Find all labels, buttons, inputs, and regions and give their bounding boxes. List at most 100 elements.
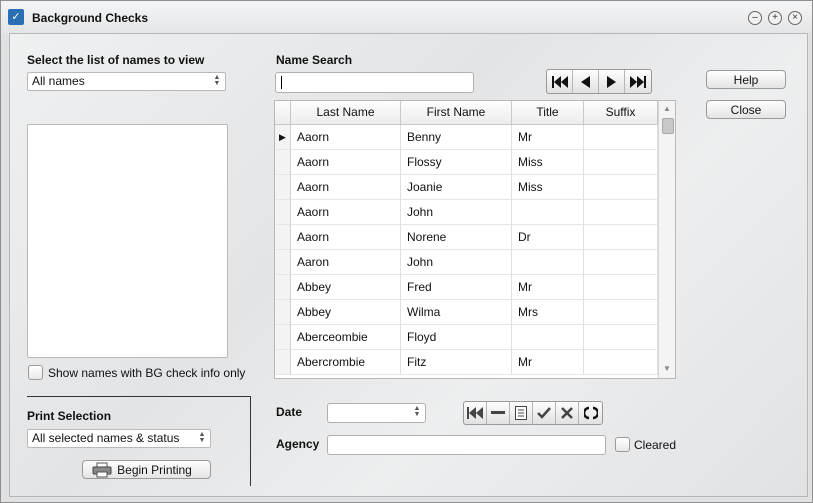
print-select-value: All selected names & status [32,431,180,445]
column-header-first-name[interactable]: First Name [401,101,512,124]
row-selector[interactable] [275,300,291,325]
edit-icon[interactable] [510,402,533,424]
table-cell[interactable]: Miss [512,175,584,200]
minimize-icon[interactable]: – [748,11,762,25]
list-select[interactable]: All names ▲ ▼ [27,72,226,91]
table-cell[interactable]: Fitz [401,350,512,375]
table-cell[interactable]: Aaorn [291,150,401,175]
column-header-title[interactable]: Title [512,101,584,124]
last-record-icon[interactable] [625,70,651,93]
table-cell[interactable]: Aaorn [291,200,401,225]
row-selector[interactable]: ▶ [275,125,291,150]
begin-printing-label: Begin Printing [117,463,192,477]
agency-label: Agency [276,437,320,451]
previous-record-icon[interactable] [573,70,599,93]
row-selector[interactable] [275,175,291,200]
column-header-last-name[interactable]: Last Name [291,101,401,124]
table-cell[interactable] [584,250,658,275]
names-grid: Last Name First Name Title Suffix ▶ Aaorn… [274,100,676,379]
delete-icon[interactable] [487,402,510,424]
row-selector[interactable] [275,350,291,375]
table-cell[interactable]: Mrs [512,300,584,325]
table-cell[interactable]: Benny [401,125,512,150]
table-cell[interactable] [584,325,658,350]
name-search-label: Name Search [276,53,353,67]
table-cell[interactable] [512,325,584,350]
name-search-input[interactable] [275,72,474,93]
table-cell[interactable]: John [401,250,512,275]
table-cell[interactable]: Dr [512,225,584,250]
next-record-icon[interactable] [599,70,625,93]
table-cell[interactable] [584,225,658,250]
row-selector[interactable] [275,325,291,350]
cleared-checkbox[interactable] [615,437,630,452]
column-header-suffix[interactable]: Suffix [584,101,658,124]
scroll-up-icon[interactable]: ▲ [663,104,671,113]
row-selector[interactable] [275,225,291,250]
close-window-icon[interactable]: × [788,11,802,25]
table-cell[interactable]: Aaorn [291,125,401,150]
print-label: Print Selection [27,409,112,423]
text-cursor [281,76,282,89]
table-cell[interactable]: John [401,200,512,225]
main-panel: Select the list of names to view All nam… [9,33,808,497]
save-check-icon[interactable] [533,402,556,424]
list-select-value: All names [32,74,85,88]
begin-printing-button[interactable]: Begin Printing [82,460,211,479]
record-navigator [546,69,652,94]
table-cell[interactable]: Mr [512,350,584,375]
table-cell[interactable]: Floyd [401,325,512,350]
spinner-icon[interactable]: ▲ ▼ [413,405,421,419]
bg-only-label: Show names with BG check info only [48,366,246,380]
table-cell[interactable]: Norene [401,225,512,250]
grid-scrollbar[interactable]: ▲ ▼ [658,101,675,378]
table-cell[interactable] [584,200,658,225]
first-record-icon[interactable] [547,70,573,93]
table-cell[interactable]: Fred [401,275,512,300]
table-cell[interactable]: Mr [512,275,584,300]
table-cell[interactable] [584,175,658,200]
table-cell[interactable]: Aberceombie [291,325,401,350]
table-cell[interactable]: Aaron [291,250,401,275]
table-cell[interactable]: Abbey [291,275,401,300]
row-selector[interactable] [275,150,291,175]
table-cell[interactable]: Aaorn [291,225,401,250]
close-button[interactable]: Close [706,100,786,119]
cancel-x-icon[interactable] [556,402,579,424]
bg-only-checkbox[interactable] [28,365,43,380]
table-cell[interactable]: Flossy [401,150,512,175]
scroll-thumb[interactable] [662,118,674,134]
background-checks-window: ✓ Background Checks – + × Select the lis… [0,0,813,503]
agency-input[interactable] [327,435,606,455]
table-cell[interactable] [584,350,658,375]
table-cell[interactable] [584,125,658,150]
table-cell[interactable] [584,275,658,300]
refresh-icon[interactable] [579,402,602,424]
names-listbox[interactable] [27,124,228,358]
row-selector-header [275,101,291,124]
table-cell[interactable]: Wilma [401,300,512,325]
table-cell[interactable]: Abbey [291,300,401,325]
table-cell[interactable]: Abercrombie [291,350,401,375]
app-icon: ✓ [8,9,24,25]
table-cell[interactable]: Miss [512,150,584,175]
table-cell[interactable] [512,200,584,225]
date-label: Date [276,405,303,419]
print-select[interactable]: All selected names & status ▲ ▼ [27,429,211,448]
maximize-icon[interactable]: + [768,11,782,25]
spinner-icon: ▲ ▼ [198,431,206,444]
row-selector[interactable] [275,250,291,275]
row-selector[interactable] [275,200,291,225]
table-cell[interactable]: Mr [512,125,584,150]
scroll-down-icon[interactable]: ▼ [663,364,671,373]
help-button[interactable]: Help [706,70,786,89]
grid-header: Last Name First Name Title Suffix [275,101,658,125]
row-selector[interactable] [275,275,291,300]
first-icon[interactable] [464,402,487,424]
table-cell[interactable]: Joanie [401,175,512,200]
table-cell[interactable] [512,250,584,275]
table-cell[interactable] [584,150,658,175]
date-input[interactable]: ▲ ▼ [327,403,426,423]
table-cell[interactable]: Aaorn [291,175,401,200]
table-cell[interactable] [584,300,658,325]
